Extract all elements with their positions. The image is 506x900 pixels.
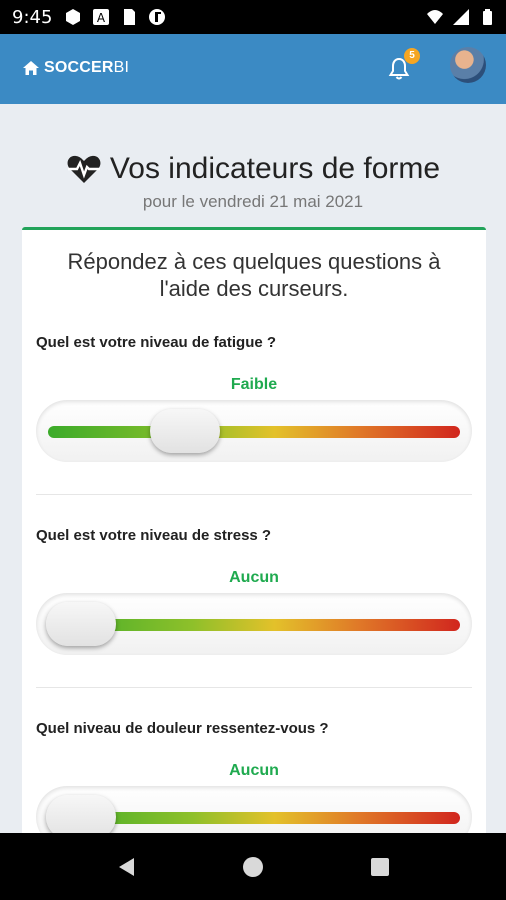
hexagon-icon <box>66 9 80 25</box>
slider-value-label: Aucun <box>229 569 279 586</box>
status-icons: A <box>64 8 166 26</box>
battery-icon <box>483 9 492 25</box>
wifi-icon <box>427 10 443 24</box>
page-title: Vos indicateurs de forme <box>66 152 440 186</box>
svg-text:A: A <box>97 11 106 25</box>
home-button-icon[interactable] <box>241 855 265 879</box>
system-nav-bar <box>0 833 506 900</box>
intro-text: Répondez à ces quelques questions à l'ai… <box>67 249 441 301</box>
home-icon <box>23 61 39 75</box>
question-label: Quel niveau de douleur ressentez-vous ? <box>36 720 329 737</box>
status-time: 9:45 <box>12 7 53 28</box>
status-bar: 9:45 A <box>0 0 506 34</box>
divider <box>36 687 472 688</box>
stress-slider[interactable] <box>36 593 472 655</box>
question-label: Quel est votre niveau de fatigue ? <box>36 334 277 351</box>
heartbeat-icon <box>67 155 101 183</box>
fatigue-slider[interactable] <box>36 400 472 462</box>
slider-thumb[interactable] <box>46 602 116 646</box>
back-icon[interactable] <box>114 855 138 879</box>
avatar[interactable] <box>450 47 486 83</box>
questions-card: Répondez à ces quelques questions à l'ai… <box>22 227 486 848</box>
brand-home-link[interactable]: SOCCERBI <box>22 59 129 77</box>
circle-f-icon <box>149 9 165 25</box>
question-stress: Quel est votre niveau de stress ? Aucun <box>36 527 472 688</box>
slider-value-label: Aucun <box>229 762 279 779</box>
slider-track <box>48 426 460 438</box>
signal-icon <box>453 9 469 25</box>
divider <box>36 494 472 495</box>
page-heading: Vos indicateurs de forme pour le vendred… <box>0 152 506 212</box>
notification-badge: 5 <box>404 48 420 64</box>
sim-icon <box>124 9 135 25</box>
font-icon: A <box>93 9 109 25</box>
page-subtitle: pour le vendredi 21 mai 2021 <box>142 192 364 211</box>
status-right-icons <box>426 8 496 26</box>
recents-icon[interactable] <box>368 855 392 879</box>
app-bar: SOCCERBI 5 <box>0 34 506 104</box>
brand-name: SOCCERBI <box>44 59 130 76</box>
question-pain: Quel niveau de douleur ressentez-vous ? … <box>36 720 472 848</box>
question-fatigue: Quel est votre niveau de fatigue ? Faibl… <box>36 334 472 495</box>
slider-thumb[interactable] <box>149 409 220 453</box>
slider-value-label: Faible <box>230 376 278 393</box>
question-label: Quel est votre niveau de stress ? <box>36 527 272 544</box>
